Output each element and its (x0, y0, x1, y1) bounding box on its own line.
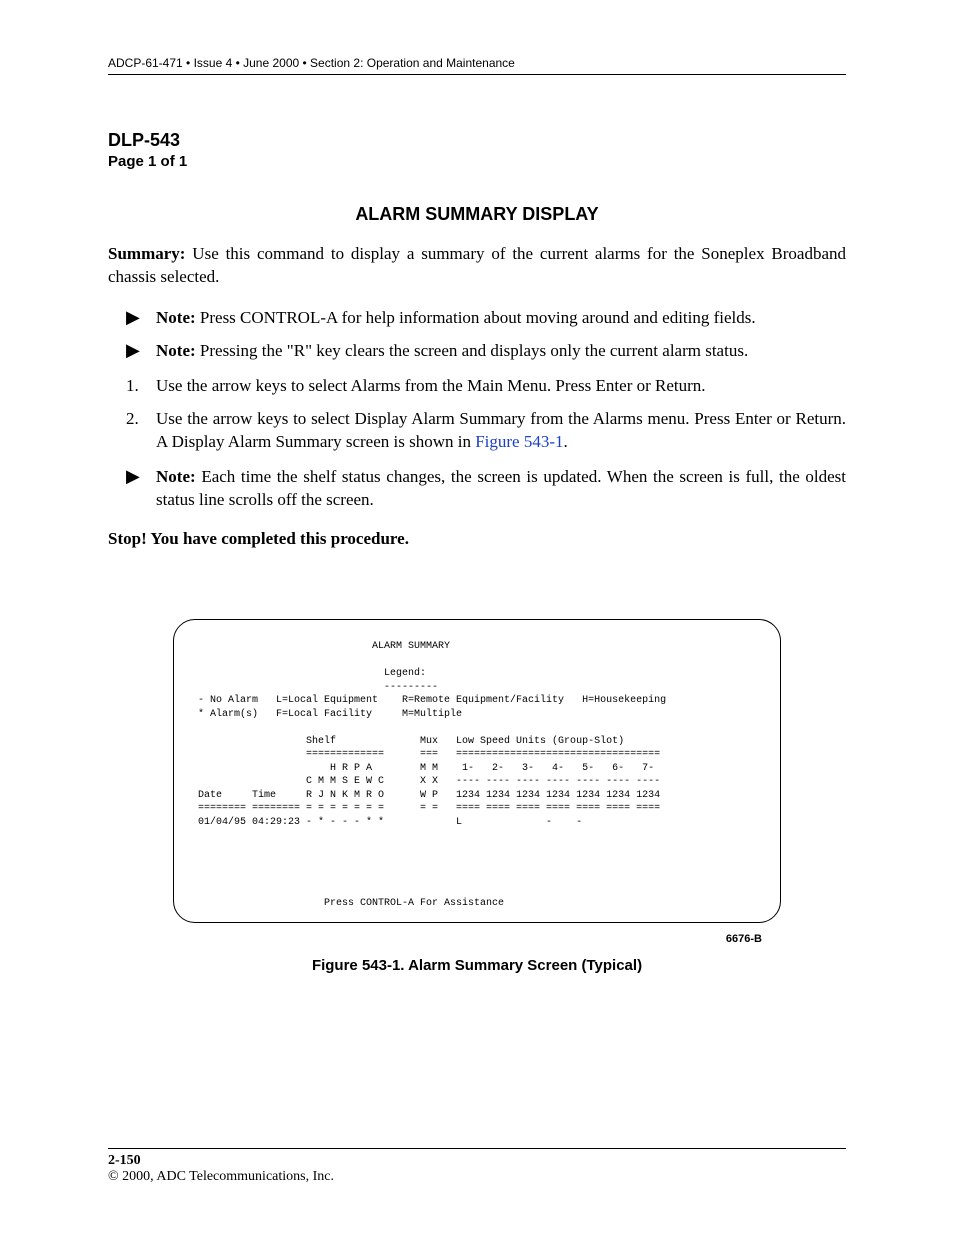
dlp-page: Page 1 of 1 (108, 153, 846, 170)
note-2: ▶ Note: Pressing the "R" key clears the … (126, 340, 846, 363)
steps-list: Use the arrow keys to select Alarms from… (126, 375, 846, 454)
step-1: Use the arrow keys to select Alarms from… (126, 375, 846, 398)
completion-notice: Stop! You have completed this procedure. (108, 529, 846, 549)
step-2-text-b: . (564, 432, 568, 451)
figure-block: ALARM SUMMARY Legend: --------- - No Ala… (108, 619, 846, 974)
footer-page-number: 2-150 (108, 1153, 846, 1169)
page-header: ADCP-61-471 • Issue 4 • June 2000 • Sect… (108, 56, 846, 75)
note-1: ▶ Note: Press CONTROL-A for help informa… (126, 307, 846, 330)
summary-text: Use this command to display a summary of… (108, 244, 846, 286)
arrow-icon: ▶ (126, 466, 156, 488)
note-text: Press CONTROL-A for help information abo… (200, 308, 756, 327)
figure-link[interactable]: Figure 543-1 (475, 432, 563, 451)
terminal-screen: ALARM SUMMARY Legend: --------- - No Ala… (173, 619, 781, 923)
note-label: Note: (156, 341, 196, 360)
figure-caption: Figure 543-1. Alarm Summary Screen (Typi… (312, 957, 642, 974)
page-footer: 2-150 © 2000, ADC Telecommunications, In… (108, 1148, 846, 1185)
step-2: Use the arrow keys to select Display Ala… (126, 408, 846, 454)
note-3: ▶ Note: Each time the shelf status chang… (126, 466, 846, 512)
dlp-id: DLP-543 (108, 130, 846, 151)
summary-paragraph: Summary: Use this command to display a s… (108, 243, 846, 289)
page: ADCP-61-471 • Issue 4 • June 2000 • Sect… (0, 0, 954, 1235)
terminal-content: ALARM SUMMARY Legend: --------- - No Ala… (192, 640, 762, 910)
arrow-icon: ▶ (126, 307, 156, 329)
summary-label: Summary: (108, 244, 185, 263)
figure-number: 6676-B (192, 933, 762, 945)
page-body: DLP-543 Page 1 of 1 ALARM SUMMARY DISPLA… (108, 130, 846, 974)
arrow-icon: ▶ (126, 340, 156, 362)
section-title: ALARM SUMMARY DISPLAY (108, 204, 846, 225)
note-label: Note: (156, 308, 196, 327)
note-text: Pressing the "R" key clears the screen a… (200, 341, 748, 360)
footer-copyright: © 2000, ADC Telecommunications, Inc. (108, 1169, 846, 1185)
note-text: Each time the shelf status changes, the … (156, 467, 846, 509)
note-label: Note: (156, 467, 196, 486)
